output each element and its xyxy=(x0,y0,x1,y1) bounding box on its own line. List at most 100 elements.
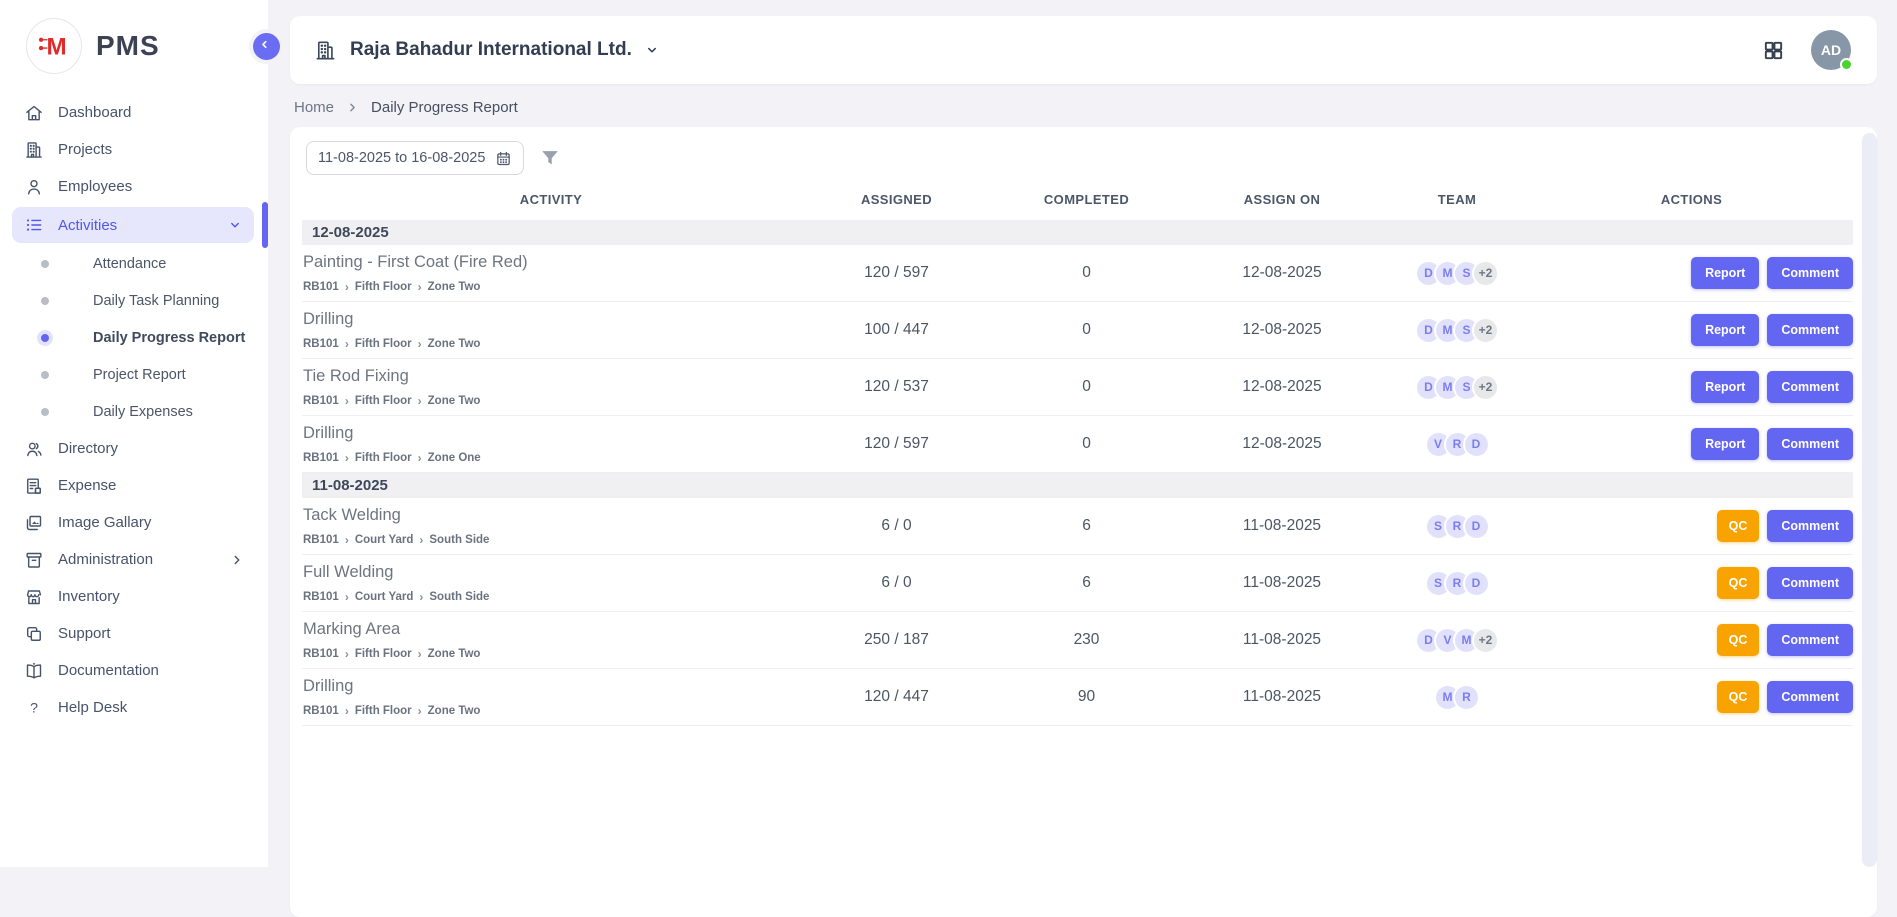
people-icon xyxy=(24,439,44,459)
comment-button[interactable]: Comment xyxy=(1767,371,1853,403)
receipt-icon xyxy=(24,476,44,496)
sidebar-item-employees[interactable]: Employees xyxy=(0,168,268,205)
building-icon xyxy=(24,140,44,160)
path-segment: South Side xyxy=(429,534,489,546)
sidebar-item-dashboard[interactable]: Dashboard xyxy=(0,94,268,131)
column-header-team: TEAM xyxy=(1384,192,1530,207)
report-button[interactable]: Report xyxy=(1691,371,1759,403)
table-row: DrillingRB101›Fifth Floor›Zone Two100 / … xyxy=(302,302,1853,359)
completed-value: 230 xyxy=(993,631,1180,649)
completed-value: 90 xyxy=(993,688,1180,706)
report-button[interactable]: Report xyxy=(1691,314,1759,346)
path-segment: RB101 xyxy=(303,648,339,660)
table-row: Painting - First Coat (Fire Red)RB101›Fi… xyxy=(302,245,1853,302)
comment-button[interactable]: Comment xyxy=(1767,314,1853,346)
team-avatar: D xyxy=(1463,513,1490,540)
qc-button[interactable]: QC xyxy=(1717,567,1760,599)
sidebar-subitem-daily-expenses[interactable]: Daily Expenses xyxy=(0,393,268,430)
sidebar-subitem-attendance[interactable]: Attendance xyxy=(0,245,268,282)
path-segment: Zone Two xyxy=(428,395,481,407)
report-button[interactable]: Report xyxy=(1691,257,1759,289)
completed-value: 0 xyxy=(993,378,1180,396)
sidebar-item-documentation[interactable]: Documentation xyxy=(0,652,268,689)
activity-path: RB101›Court Yard›South Side xyxy=(303,534,800,546)
chevron-right-icon: › xyxy=(345,705,349,717)
activity-title: Full Welding xyxy=(303,563,800,582)
column-header-activity: ACTIVITY xyxy=(302,192,800,207)
sidebar-item-label: Support xyxy=(58,625,244,642)
path-segment: Zone One xyxy=(428,452,481,464)
comment-button[interactable]: Comment xyxy=(1767,624,1853,656)
path-segment: RB101 xyxy=(303,281,339,293)
sidebar-item-directory[interactable]: Directory xyxy=(0,430,268,467)
sidebar-item-label: Activities xyxy=(58,217,214,234)
table-row: DrillingRB101›Fifth Floor›Zone One120 / … xyxy=(302,416,1853,473)
assign-on-value: 11-08-2025 xyxy=(1180,517,1384,535)
sidebar-item-inventory[interactable]: Inventory xyxy=(0,578,268,615)
sidebar-item-help-desk[interactable]: ?Help Desk xyxy=(0,689,268,726)
person-icon xyxy=(24,177,44,197)
comment-button[interactable]: Comment xyxy=(1767,257,1853,289)
path-segment: RB101 xyxy=(303,452,339,464)
qc-button[interactable]: QC xyxy=(1717,681,1760,713)
date-group-header: 11-08-2025 xyxy=(302,473,1853,498)
vertical-scrollbar[interactable] xyxy=(1862,133,1877,867)
row-actions: QCComment xyxy=(1530,567,1853,599)
path-segment: Court Yard xyxy=(355,534,414,546)
apps-grid-button[interactable] xyxy=(1762,39,1785,62)
sidebar-subitem-daily-task-planning[interactable]: Daily Task Planning xyxy=(0,282,268,319)
report-button[interactable]: Report xyxy=(1691,428,1759,460)
sidebar-subitem-project-report[interactable]: Project Report xyxy=(0,356,268,393)
sidebar-subitem-label: Attendance xyxy=(93,256,166,272)
table-row: Tie Rod FixingRB101›Fifth Floor›Zone Two… xyxy=(302,359,1853,416)
assign-on-value: 11-08-2025 xyxy=(1180,688,1384,706)
sidebar-collapse-button[interactable] xyxy=(253,33,280,60)
sidebar-subitem-daily-progress-report[interactable]: Daily Progress Report xyxy=(0,319,268,356)
book-icon xyxy=(24,661,44,681)
team-overflow-badge: +2 xyxy=(1472,627,1499,654)
company-selector[interactable]: Raja Bahadur International Ltd. xyxy=(314,39,659,62)
sidebar-subitem-label: Project Report xyxy=(93,367,186,383)
team-avatars: DMS+2 xyxy=(1384,317,1530,344)
building-icon xyxy=(314,39,337,62)
qc-button[interactable]: QC xyxy=(1717,624,1760,656)
row-actions: QCComment xyxy=(1530,510,1853,542)
activity-path: RB101›Fifth Floor›Zone One xyxy=(303,452,800,464)
completed-value: 0 xyxy=(993,321,1180,339)
date-range-input[interactable]: 11-08-2025 to 16-08-2025 xyxy=(306,141,524,175)
filter-row: 11-08-2025 to 16-08-2025 xyxy=(290,141,1877,175)
sidebar-item-support[interactable]: Support xyxy=(0,615,268,652)
bullet-icon xyxy=(41,334,49,342)
completed-value: 0 xyxy=(993,435,1180,453)
row-actions: QCComment xyxy=(1530,624,1853,656)
main-area: Raja Bahadur International Ltd. AD Home … xyxy=(268,0,1897,867)
progress-table: ACTIVITY ASSIGNED COMPLETED ASSIGN ON TE… xyxy=(302,175,1853,726)
path-segment: RB101 xyxy=(303,591,339,603)
table-row: Full WeldingRB101›Court Yard›South Side6… xyxy=(302,555,1853,612)
activity-title: Drilling xyxy=(303,677,800,696)
bullet-icon xyxy=(41,297,49,305)
path-segment: Zone Two xyxy=(428,648,481,660)
comment-button[interactable]: Comment xyxy=(1767,567,1853,599)
sidebar-item-image-gallary[interactable]: Image Gallary xyxy=(0,504,268,541)
chevron-down-icon xyxy=(228,218,242,232)
breadcrumb-home-link[interactable]: Home xyxy=(294,99,334,116)
sidebar-item-administration[interactable]: Administration xyxy=(0,541,268,578)
sidebar-item-activities[interactable]: Activities xyxy=(0,207,268,243)
path-segment: Zone Two xyxy=(428,705,481,717)
completed-value: 6 xyxy=(993,574,1180,592)
comment-button[interactable]: Comment xyxy=(1767,510,1853,542)
sidebar-item-expense[interactable]: Expense xyxy=(0,467,268,504)
comment-button[interactable]: Comment xyxy=(1767,428,1853,460)
sidebar-item-projects[interactable]: Projects xyxy=(0,131,268,168)
sidebar-item-label: Directory xyxy=(58,440,244,457)
user-avatar[interactable]: AD xyxy=(1811,30,1851,70)
sidebar-subitem-label: Daily Progress Report xyxy=(93,330,245,346)
chevron-right-icon: › xyxy=(345,281,349,293)
completed-value: 0 xyxy=(993,264,1180,282)
team-avatars: SRD xyxy=(1384,513,1530,540)
path-segment: Zone Two xyxy=(428,281,481,293)
qc-button[interactable]: QC xyxy=(1717,510,1760,542)
filter-button[interactable] xyxy=(539,147,561,169)
comment-button[interactable]: Comment xyxy=(1767,681,1853,713)
